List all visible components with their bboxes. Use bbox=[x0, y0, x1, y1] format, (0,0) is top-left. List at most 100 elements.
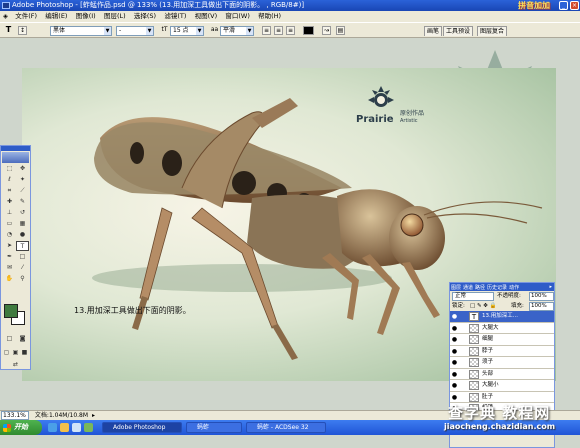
taskbar-item-photoshop[interactable]: Adobe Photoshop bbox=[102, 422, 182, 433]
brush-tool-icon[interactable]: ✎ bbox=[16, 197, 29, 207]
menu-image[interactable]: 图像(I) bbox=[73, 11, 99, 22]
jump-to-imageready-icon[interactable]: ⇄ bbox=[9, 360, 22, 370]
minimize-icon[interactable]: _ bbox=[559, 1, 568, 10]
layer-row[interactable]: ● 细腿 bbox=[450, 334, 554, 346]
layer-row[interactable]: ● 脖子 bbox=[450, 345, 554, 357]
menu-edit[interactable]: 编辑(E) bbox=[42, 11, 70, 22]
tab-history[interactable]: 历史记录 bbox=[486, 284, 508, 292]
align-right-icon[interactable]: ≡ bbox=[286, 26, 295, 35]
text-color-swatch[interactable] bbox=[303, 26, 314, 35]
character-palette-icon[interactable]: ▤ bbox=[336, 26, 345, 35]
eraser-tool-icon[interactable]: ▭ bbox=[3, 219, 16, 229]
menu-view[interactable]: 视图(V) bbox=[192, 11, 221, 22]
layer-row[interactable]: ● T 13.用加深工... bbox=[450, 311, 554, 323]
quick-mask-icon[interactable]: ◙ bbox=[16, 334, 29, 344]
align-center-icon[interactable]: ≡ bbox=[274, 26, 283, 35]
windows-logo-icon bbox=[3, 424, 11, 432]
palette-tab-brushes[interactable]: 画笔 bbox=[424, 26, 443, 36]
start-button[interactable]: 开始 bbox=[0, 420, 42, 435]
opacity-input[interactable]: 100% bbox=[529, 292, 554, 301]
pen-tool-icon[interactable]: ✒ bbox=[3, 252, 16, 262]
eye-icon[interactable]: ● bbox=[451, 325, 458, 332]
screen-mode-full-menu-icon[interactable]: ▣ bbox=[11, 348, 20, 358]
tab-layers[interactable]: 图层 bbox=[450, 284, 462, 292]
palette-tab-tool-presets[interactable]: 工具预设 bbox=[443, 26, 474, 36]
status-menu-icon[interactable]: ▸ bbox=[92, 412, 95, 419]
magic-wand-tool-icon[interactable]: ✦ bbox=[16, 175, 29, 185]
foreground-color-swatch[interactable] bbox=[4, 304, 18, 318]
panel-menu-icon[interactable]: ▸ bbox=[548, 283, 553, 291]
type-tool-icon[interactable]: T bbox=[4, 26, 13, 35]
ps-menu-icon[interactable]: ◈ bbox=[0, 11, 10, 22]
lasso-tool-icon[interactable]: ℓ bbox=[3, 175, 16, 185]
close-icon[interactable]: × bbox=[570, 1, 579, 10]
marquee-tool-icon[interactable]: ⬚ bbox=[3, 164, 16, 174]
toolbox-header[interactable] bbox=[1, 146, 30, 151]
move-tool-icon[interactable]: ✥ bbox=[16, 164, 29, 174]
font-style-select[interactable]: - ▼ bbox=[116, 26, 154, 36]
menu-filter[interactable]: 滤镜(T) bbox=[161, 11, 189, 22]
standard-mode-icon[interactable]: □ bbox=[3, 334, 16, 344]
folder-icon[interactable] bbox=[60, 423, 69, 432]
gradient-tool-icon[interactable]: ▦ bbox=[16, 219, 29, 229]
layers-panel-tabs: 图层 通道 路径 历史记录 动作 ▸ bbox=[450, 283, 554, 291]
notes-tool-icon[interactable]: ✉ bbox=[3, 263, 16, 273]
antialias-select[interactable]: 平滑 ▼ bbox=[220, 26, 254, 36]
site-watermark: 查字典 教程网 bbox=[448, 404, 551, 422]
type-tool-icon[interactable]: T bbox=[16, 241, 29, 251]
layer-row[interactable]: ● 大腿大 bbox=[450, 322, 554, 334]
font-size-select[interactable]: 15 点 ▼ bbox=[170, 26, 204, 36]
quicklaunch-icon[interactable] bbox=[84, 423, 93, 432]
menu-layer[interactable]: 图层(L) bbox=[101, 11, 129, 22]
eye-icon[interactable]: ● bbox=[451, 371, 458, 378]
menu-window[interactable]: 窗口(W) bbox=[222, 11, 253, 22]
eyedropper-tool-icon[interactable]: ⁄ bbox=[16, 263, 29, 273]
font-family-value: 黑体 bbox=[53, 27, 66, 34]
adobe-online-icon[interactable] bbox=[2, 152, 29, 163]
layer-row[interactable]: ● 须子 bbox=[450, 357, 554, 369]
layer-row[interactable]: ● 头部 bbox=[450, 368, 554, 380]
font-family-select[interactable]: 黑体 ▼ bbox=[50, 26, 112, 36]
zoom-tool-icon[interactable]: ⚲ bbox=[16, 274, 29, 284]
doc-size[interactable]: 文档:1.04M/10.8M bbox=[35, 412, 88, 419]
blend-mode-select[interactable]: 正常 bbox=[452, 292, 494, 301]
eye-icon[interactable]: ● bbox=[451, 336, 458, 343]
eye-icon[interactable]: ● bbox=[451, 348, 458, 355]
menu-help[interactable]: 帮助(H) bbox=[255, 11, 284, 22]
desktop-icon[interactable] bbox=[72, 423, 81, 432]
shape-tool-icon[interactable]: □ bbox=[16, 252, 29, 262]
lock-icons[interactable]: □ ✎ ✥ 🔒 bbox=[470, 302, 497, 311]
align-left-icon[interactable]: ≡ bbox=[262, 26, 271, 35]
layer-thumbnail bbox=[469, 381, 479, 390]
clone-stamp-tool-icon[interactable]: ⊥ bbox=[3, 208, 16, 218]
menu-select[interactable]: 选择(S) bbox=[131, 11, 159, 22]
taskbar-item-acdsee[interactable]: 蚂蚱 - ACDSee 32 bbox=[246, 422, 326, 433]
tab-channels[interactable]: 通道 bbox=[462, 284, 474, 292]
screen-mode-full-icon[interactable]: ■ bbox=[20, 348, 29, 358]
healing-brush-tool-icon[interactable]: ✚ bbox=[3, 197, 16, 207]
text-orientation-icon[interactable]: ↕ bbox=[18, 26, 27, 35]
layer-thumbnail bbox=[469, 358, 479, 367]
tab-paths[interactable]: 路径 bbox=[474, 284, 486, 292]
zoom-input[interactable]: 133.1% bbox=[1, 411, 29, 420]
tab-actions[interactable]: 动作 bbox=[508, 284, 520, 292]
path-selection-tool-icon[interactable]: ➤ bbox=[3, 241, 16, 251]
eye-icon[interactable]: ● bbox=[451, 359, 458, 366]
history-brush-tool-icon[interactable]: ↺ bbox=[16, 208, 29, 218]
taskbar-item-folder[interactable]: 蚂蚱 bbox=[186, 422, 242, 433]
ie-icon[interactable] bbox=[48, 423, 57, 432]
eye-icon[interactable]: ● bbox=[451, 382, 458, 389]
slice-tool-icon[interactable]: ⟋ bbox=[16, 186, 29, 196]
warp-text-icon[interactable]: ↝ bbox=[322, 26, 331, 35]
eye-icon[interactable]: ● bbox=[451, 394, 458, 401]
hand-tool-icon[interactable]: ✋ bbox=[3, 274, 16, 284]
menu-file[interactable]: 文件(F) bbox=[12, 11, 40, 22]
blur-tool-icon[interactable]: ◔ bbox=[3, 230, 16, 240]
layer-row[interactable]: ● 大腿小 bbox=[450, 380, 554, 392]
screen-mode-standard-icon[interactable]: ▢ bbox=[2, 348, 11, 358]
burn-tool-icon[interactable]: ● bbox=[16, 230, 29, 240]
eye-icon[interactable]: ● bbox=[451, 313, 458, 320]
crop-tool-icon[interactable]: ⌗ bbox=[3, 186, 16, 196]
fill-input[interactable]: 100% bbox=[529, 302, 554, 311]
palette-tab-layer-comps[interactable]: 图层复合 bbox=[477, 26, 508, 36]
